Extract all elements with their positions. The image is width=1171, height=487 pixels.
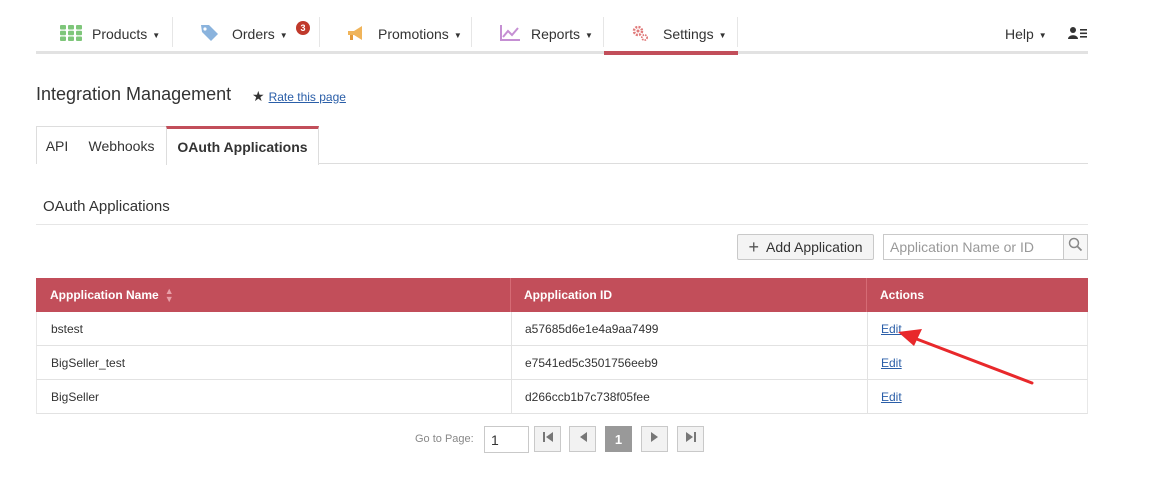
column-divider [867,346,868,379]
search-box [883,234,1088,260]
nav-orders-label: Orders [232,26,275,42]
previous-page-button[interactable] [569,426,596,452]
column-header-name[interactable]: Appplication Name ▲ ▼ [50,278,174,312]
top-navigation: Products ▼ Orders ▼ 3 Promotions ▼ Repor… [36,14,1088,55]
rate-this-page-link[interactable]: Rate this page [269,90,346,104]
rate-this-page: ★ Rate this page [252,88,346,105]
section-divider [36,224,1088,225]
nav-settings-label: Settings [663,26,714,42]
nav-divider [471,17,472,47]
section-title: OAuth Applications [43,198,170,215]
nav-reports[interactable]: Reports ▼ [499,16,593,52]
nav-divider [319,17,320,47]
search-icon [1068,237,1083,257]
column-header-actions: Actions [880,288,925,302]
integration-tabs: API Webhooks OAuth Applications [36,126,1088,165]
annotation-arrow [898,329,1034,385]
star-icon: ★ [252,88,265,104]
chevron-down-icon: ▼ [1038,30,1047,40]
edit-link[interactable]: Edit [881,390,902,404]
chevron-down-icon: ▼ [585,30,593,40]
nav-divider [603,17,604,47]
column-divider [866,278,867,312]
column-divider [511,346,512,379]
chevron-down-icon: ▼ [453,30,462,40]
user-menu[interactable] [1068,16,1088,52]
tab-oauth-applications[interactable]: OAuth Applications [166,126,319,165]
first-page-button[interactable] [534,426,561,452]
column-divider [867,380,868,413]
nav-divider [737,17,738,47]
application-id-cell: e7541ed5c3501756eeb9 [525,355,658,370]
next-page-icon [649,430,661,448]
user-account-icon [1068,26,1088,43]
tab-webhooks[interactable]: Webhooks [77,126,167,164]
application-name-cell: BigSeller [51,389,100,404]
nav-promotions-label: Promotions [378,26,449,42]
grid-icon [60,24,82,44]
add-application-label: Add Application [765,239,863,255]
megaphone-icon [346,24,366,45]
application-name-cell: bstest [51,321,84,336]
add-application-button[interactable]: + Add Application [737,234,874,260]
chevron-down-icon: ▼ [152,30,161,40]
tab-api[interactable]: API [36,126,78,164]
search-button[interactable] [1063,235,1087,259]
orders-count-badge: 3 [296,21,310,35]
application-id-cell: d266ccb1b7c738f05fee [525,389,650,404]
nav-divider [172,17,173,47]
nav-promotions[interactable]: Promotions ▼ [346,16,462,52]
nav-help[interactable]: Help ▼ [1005,16,1047,52]
chevron-down-icon: ▼ [279,30,288,40]
tag-icon [200,23,219,45]
application-name-cell: BigSeller_test [51,355,126,370]
nav-orders[interactable]: Orders ▼ [200,16,288,52]
column-divider [510,278,511,312]
nav-products-label: Products [92,26,148,42]
page-number-input[interactable]: 1 [484,426,529,453]
nav-settings[interactable]: Settings ▼ [631,16,727,52]
column-divider [511,380,512,413]
plus-icon: + [748,237,759,257]
last-page-button[interactable] [677,426,704,452]
nav-reports-label: Reports [531,26,581,42]
column-divider [511,312,512,345]
search-input[interactable] [884,235,1063,259]
current-page-button[interactable]: 1 [605,426,632,452]
chart-icon [499,24,521,45]
gear-icon [631,24,649,45]
next-page-button[interactable] [641,426,668,452]
column-header-id: Appplication ID [524,288,612,302]
column-header-name-label: Appplication Name [50,288,159,302]
pagination-label: Go to Page: [415,433,474,445]
nav-products[interactable]: Products ▼ [60,16,160,52]
nav-help-label: Help [1005,26,1034,42]
first-page-icon [542,430,554,448]
last-page-icon [685,430,697,448]
table-header: Appplication Name ▲ ▼ Appplication ID Act… [36,278,1088,312]
application-id-cell: a57685d6e1e4a9aa7499 [525,321,659,336]
chevron-down-icon: ▼ [718,30,727,40]
column-divider [867,312,868,345]
active-nav-indicator [604,51,738,55]
previous-page-icon [577,430,589,448]
sort-icon: ▲ ▼ [164,286,174,304]
page-title: Integration Management [36,84,232,104]
